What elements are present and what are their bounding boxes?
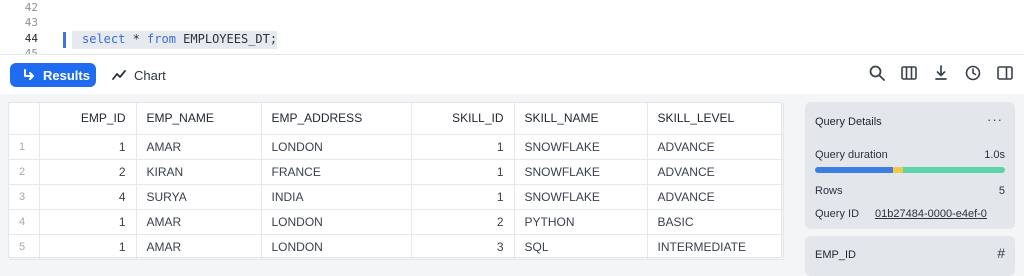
cell-emp-id[interactable]: 2 — [39, 159, 137, 185]
column-header-emp-address[interactable]: EMP_ADDRESS — [261, 103, 412, 135]
cell-emp-name[interactable]: AMAR — [136, 234, 262, 260]
cell-skill-name[interactable]: SNOWFLAKE — [514, 134, 648, 160]
cell-emp-name[interactable]: SURYA — [136, 184, 262, 210]
cell-emp-id[interactable]: 1 — [39, 134, 137, 160]
cell-emp-id[interactable]: 4 — [39, 184, 137, 210]
cell-skill-level[interactable]: ADVANCE — [647, 134, 784, 160]
duration-segment-compile — [815, 167, 893, 173]
line-gutter: 42 43 44 45 — [0, 0, 62, 54]
rows-label: Rows — [815, 185, 843, 197]
cell-skill-name[interactable]: SNOWFLAKE — [514, 184, 648, 210]
cell-emp-name[interactable]: AMAR — [136, 209, 262, 235]
duration-segment-execute — [903, 167, 1005, 173]
column-header-skill-name[interactable]: SKILL_NAME — [514, 103, 648, 135]
table-row[interactable]: 3 4 SURYA INDIA 1 SNOWFLAKE ADVANCE — [9, 184, 784, 210]
results-button[interactable]: Results — [10, 63, 96, 87]
table-row[interactable]: 5 1 AMAR LONDON 3 SQL INTERMEDIATE — [9, 234, 784, 260]
header-row: EMP_ID EMP_NAME EMP_ADDRESS SKILL_ID SKI… — [9, 103, 784, 135]
line-number: 45 — [24, 47, 38, 54]
cell-skill-name[interactable]: PYTHON — [514, 209, 648, 235]
query-details-title: Query Details — [815, 116, 882, 128]
side-panel-toggle-icon[interactable] — [996, 64, 1014, 82]
chart-button[interactable]: Chart — [112, 63, 166, 87]
column-header-emp-name[interactable]: EMP_NAME — [136, 103, 262, 135]
cell-skill-name[interactable]: SQL — [514, 234, 648, 260]
query-duration-value: 1.0s — [984, 149, 1005, 161]
cell-skill-id[interactable]: 2 — [411, 209, 515, 235]
row-number: 2 — [9, 159, 40, 185]
query-details-panel: Query Details ··· Query duration 1.0s Ro… — [805, 102, 1015, 229]
row-number: 4 — [9, 209, 40, 235]
column-header-skill-level[interactable]: SKILL_LEVEL — [647, 103, 784, 135]
query-id-label: Query ID — [815, 208, 860, 220]
cell-skill-id[interactable]: 1 — [411, 184, 515, 210]
cell-emp-address[interactable]: FRANCE — [261, 159, 412, 185]
row-number-header — [9, 103, 40, 135]
line-number: 42 — [24, 1, 38, 14]
cell-emp-address[interactable]: LONDON — [261, 234, 412, 260]
column-detail-panel[interactable]: EMP_ID # — [805, 236, 1015, 276]
cell-emp-address[interactable]: LONDON — [261, 134, 412, 160]
query-duration-bar — [815, 167, 1005, 173]
return-arrow-icon — [24, 69, 34, 80]
cell-emp-id[interactable]: 1 — [39, 234, 137, 260]
column-header-emp-id[interactable]: EMP_ID — [39, 103, 137, 135]
table-row[interactable]: 1 1 AMAR LONDON 1 SNOWFLAKE ADVANCE — [9, 134, 784, 160]
duration-segment-queue — [893, 167, 903, 173]
results-button-label: Results — [43, 67, 90, 83]
cell-emp-address[interactable]: LONDON — [261, 209, 412, 235]
cell-skill-id[interactable]: 1 — [411, 159, 515, 185]
cell-emp-name[interactable]: KIRAN — [136, 159, 262, 185]
active-line-marker — [63, 32, 66, 48]
table-row[interactable]: 4 1 AMAR LONDON 2 PYTHON BASIC — [9, 209, 784, 235]
search-icon[interactable] — [868, 64, 886, 82]
cell-skill-level[interactable]: BASIC — [647, 209, 784, 235]
rows-value: 5 — [998, 185, 1005, 197]
column-detail-title: EMP_ID — [815, 249, 856, 261]
cell-skill-level[interactable]: INTERMEDIATE — [647, 234, 784, 260]
cell-skill-level[interactable]: ADVANCE — [647, 184, 784, 210]
results-grid: EMP_ID EMP_NAME EMP_ADDRESS SKILL_ID SKI… — [8, 102, 784, 260]
row-number: 1 — [9, 134, 40, 160]
cell-emp-id[interactable]: 1 — [39, 209, 137, 235]
line-number: 43 — [24, 16, 38, 29]
history-clock-icon[interactable] — [964, 64, 982, 82]
query-duration-label: Query duration — [815, 149, 888, 161]
cell-emp-address[interactable]: INDIA — [261, 184, 412, 210]
number-type-icon: # — [997, 245, 1005, 261]
columns-icon[interactable] — [900, 64, 918, 82]
query-id-link[interactable]: 01b27484-0000-e4ef-0 — [875, 208, 1007, 220]
code-table-name: EMPLOYEES_DT; — [175, 32, 278, 46]
code-line[interactable]: select * from EMPLOYEES_DT; — [82, 31, 277, 48]
row-number: 3 — [9, 184, 40, 210]
code-star: * — [125, 32, 148, 46]
column-header-skill-id[interactable]: SKILL_ID — [411, 103, 515, 135]
keyword-from: from — [147, 32, 176, 46]
more-options-icon[interactable]: ··· — [987, 112, 1003, 127]
cell-emp-name[interactable]: AMAR — [136, 134, 262, 160]
cell-skill-id[interactable]: 3 — [411, 234, 515, 260]
cell-skill-name[interactable]: SNOWFLAKE — [514, 159, 648, 185]
chart-button-label: Chart — [134, 67, 166, 83]
keyword-select: select — [82, 32, 126, 46]
sql-editor[interactable]: 42 43 44 45 select * from EMPLOYEES_DT; — [0, 0, 1024, 54]
chart-line-icon — [112, 70, 126, 80]
row-number: 5 — [9, 234, 40, 260]
table-row[interactable]: 2 2 KIRAN FRANCE 1 SNOWFLAKE ADVANCE — [9, 159, 784, 185]
line-number: 44 — [24, 32, 38, 45]
results-table: EMP_ID EMP_NAME EMP_ADDRESS SKILL_ID SKI… — [9, 103, 784, 260]
cell-skill-id[interactable]: 1 — [411, 134, 515, 160]
cell-skill-level[interactable]: ADVANCE — [647, 159, 784, 185]
download-icon[interactable] — [932, 64, 950, 82]
